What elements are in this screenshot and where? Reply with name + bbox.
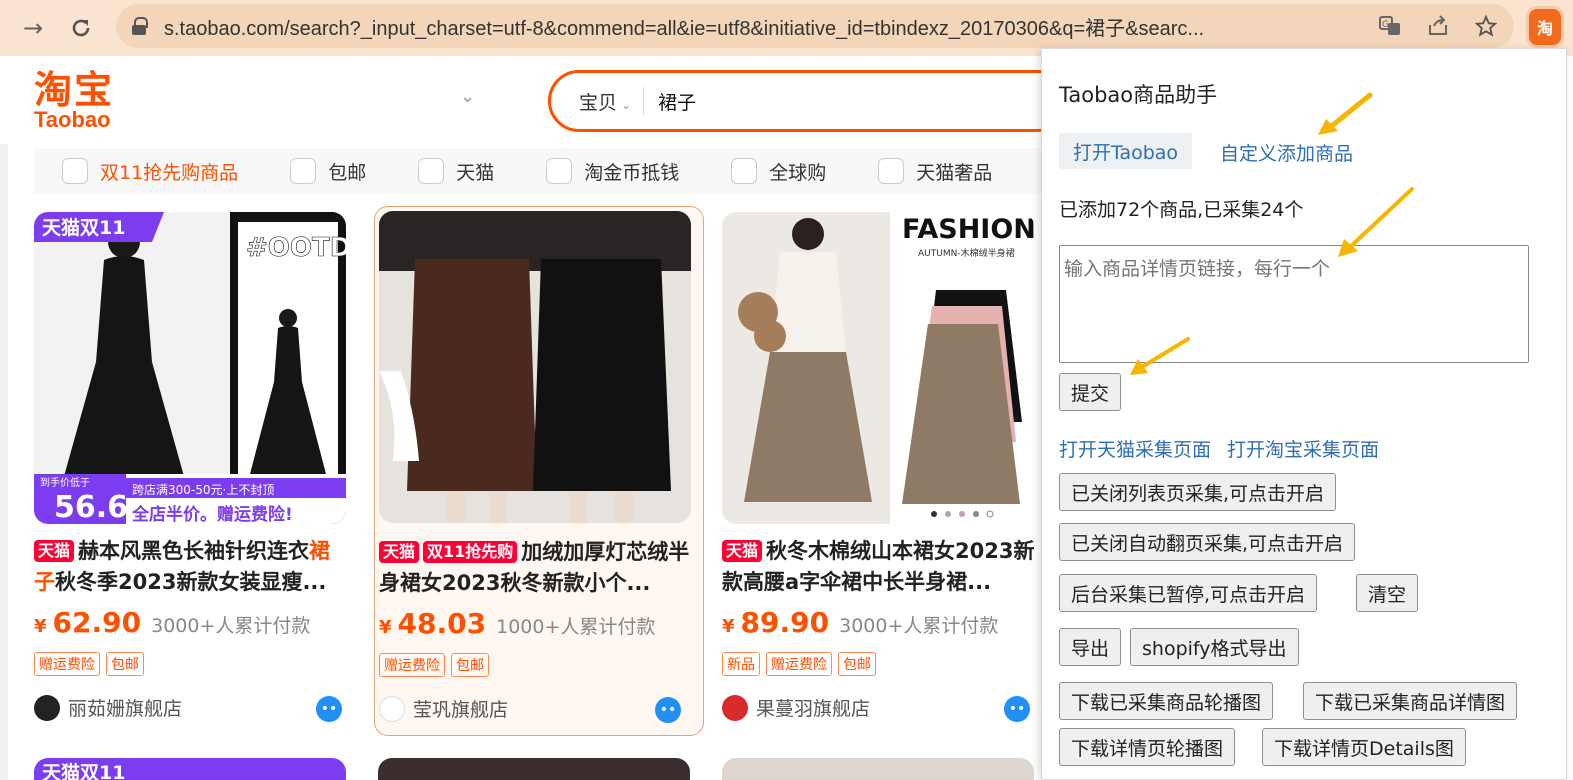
product-title[interactable]: 天猫 双11抢先购 加绒加厚灯芯绒半身裙女2023秋冬新款小个... — [379, 537, 695, 601]
translate-icon[interactable]: G — [1376, 12, 1404, 40]
star-icon[interactable] — [1472, 12, 1500, 40]
checkbox[interactable] — [418, 158, 445, 184]
checkbox[interactable] — [731, 158, 758, 184]
collect-links: 打开天猫采集页面 打开淘宝采集页面 — [1059, 435, 1395, 462]
url-text[interactable]: s.taobao.com/search?_input_charset=utf-8… — [164, 12, 1344, 41]
wangwang-chat-icon[interactable]: •• — [655, 697, 681, 723]
product-tags: 赠运费险 包邮 — [379, 653, 489, 677]
sales-count: 1000+人累计付款 — [496, 616, 656, 638]
price-label: 到手价低于 — [40, 476, 90, 489]
toggle-list-collect-button[interactable]: 已关闭列表页采集,可点击开启 — [1059, 473, 1337, 511]
search-box[interactable]: 宝贝 ⌄ 裙子 — [548, 70, 1068, 132]
address-bar[interactable]: s.taobao.com/search?_input_charset=utf-8… — [116, 4, 1514, 48]
clear-button[interactable]: 清空 — [1356, 574, 1419, 612]
product-tags: 赠运费险 包邮 — [34, 652, 144, 676]
shop-logo — [379, 695, 405, 722]
product-image[interactable]: FASHION AUTUMN-木棉绒半身裙 — [722, 212, 1034, 524]
reload-icon — [72, 19, 90, 37]
promo-corner: 天猫双11 — [42, 216, 125, 239]
reload-button[interactable] — [64, 11, 98, 45]
logo-en: Taobao — [34, 107, 111, 132]
filter-double11[interactable]: 双11抢先购商品 — [62, 158, 238, 185]
product-card-next[interactable]: 天猫双11 — [34, 758, 346, 780]
product-title[interactable]: 天猫 秋冬木棉绒山本裙女2023新款高腰a字伞裙中长半身裙... — [722, 536, 1038, 600]
export-button[interactable]: 导出 — [1059, 628, 1122, 666]
submit-button[interactable]: 提交 — [1059, 373, 1122, 411]
download-carousel-button[interactable]: 下载已采集商品轮播图 — [1059, 682, 1274, 720]
shop-logo — [34, 694, 60, 721]
product-tags: 新品 赠运费险 包邮 — [722, 652, 876, 676]
lock-icon — [132, 17, 148, 35]
product-price: ¥48.03 1000+人累计付款 — [379, 607, 656, 640]
wangwang-chat-icon[interactable]: •• — [316, 696, 342, 722]
toggle-background-button[interactable]: 后台采集已暂停,可点击开启 — [1059, 574, 1318, 612]
toggle-autopage-button[interactable]: 已关闭自动翻页采集,可点击开启 — [1059, 523, 1356, 561]
open-taobao-collect-link[interactable]: 打开淘宝采集页面 — [1227, 439, 1379, 461]
product-card[interactable]: 天猫双11 #OOTD 到手价低于 56.61 跨店满300-50元·上不封顶 … — [34, 206, 364, 736]
filter-global[interactable]: 全球购 — [731, 158, 826, 185]
checkbox[interactable] — [878, 158, 905, 184]
fashion-sub: AUTUMN-木棉绒半身裙 — [918, 247, 1015, 259]
shop-logo — [722, 694, 748, 721]
forward-button[interactable]: → — [16, 11, 50, 45]
wangwang-chat-icon[interactable]: •• — [1004, 696, 1030, 722]
annotation-arrow-icon — [1318, 92, 1373, 135]
filter-taojinbi[interactable]: 淘金币抵钱 — [546, 158, 679, 185]
share-icon[interactable] — [1424, 12, 1452, 40]
download-page-details-button[interactable]: 下载详情页Details图 — [1262, 728, 1466, 766]
taobao-extension-button[interactable]: 淘 — [1529, 9, 1561, 45]
product-card[interactable]: FASHION AUTUMN-木棉绒半身裙 天猫 秋冬木棉绒山本裙女2023新款高… — [722, 206, 1052, 736]
filter-tmall-luxury[interactable]: 天猫奢品 — [878, 158, 992, 185]
double11-badge: 双11抢先购 — [423, 541, 518, 563]
promo-line: 跨店满300-50元·上不封顶 — [132, 483, 274, 497]
taobao-logo[interactable]: 淘宝 Taobao — [34, 70, 114, 132]
popup-title: Taobao商品助手 — [1059, 83, 1218, 107]
open-tmall-collect-link[interactable]: 打开天猫采集页面 — [1059, 439, 1211, 461]
product-card[interactable]: 天猫 双11抢先购 加绒加厚灯芯绒半身裙女2023秋冬新款小个... ¥48.03 1… — [374, 206, 704, 736]
filter-free-shipping[interactable]: 包邮 — [290, 158, 366, 185]
checkbox[interactable] — [62, 158, 88, 184]
product-card-next[interactable] — [378, 758, 690, 780]
download-detail-button[interactable]: 下载已采集商品详情图 — [1303, 682, 1518, 720]
filter-bar: 双11抢先购商品 包邮 天猫 淘金币抵钱 全球购 天猫奢品 — [34, 148, 1044, 194]
shop-link[interactable]: 丽茹姗旗舰店 — [34, 694, 182, 721]
annotation-arrow-icon — [1130, 337, 1190, 375]
left-gutter — [0, 144, 8, 780]
checkbox[interactable] — [546, 158, 573, 184]
checkbox[interactable] — [290, 158, 317, 184]
export-shopify-button[interactable]: shopify格式导出 — [1130, 628, 1299, 666]
tmall-badge: 天猫 — [379, 541, 420, 563]
open-taobao-button[interactable]: 打开Taobao — [1059, 133, 1193, 169]
product-card-next[interactable] — [722, 758, 1034, 780]
product-price: ¥89.90 3000+人累计付款 — [722, 606, 999, 639]
logo-cn: 淘宝 — [34, 68, 115, 112]
ootd-tag: #OOTD — [246, 233, 346, 263]
sales-count: 3000+人累计付款 — [151, 615, 311, 637]
status-text: 已添加72个商品,已采集24个 — [1059, 199, 1304, 221]
search-category[interactable]: 宝贝 ⌄ — [579, 88, 631, 115]
shop-link[interactable]: 果蔓羽旗舰店 — [722, 694, 870, 721]
download-page-carousel-button[interactable]: 下载详情页轮播图 — [1059, 728, 1236, 766]
search-input[interactable]: 裙子 — [658, 88, 696, 115]
product-image[interactable] — [379, 211, 691, 523]
divider — [643, 87, 645, 115]
filter-tmall[interactable]: 天猫 — [418, 158, 494, 185]
custom-add-link[interactable]: 自定义添加商品 — [1220, 139, 1353, 166]
product-price: ¥62.90 3000+人累计付款 — [34, 606, 311, 639]
sales-count: 3000+人累计付款 — [839, 615, 999, 637]
chevron-down-icon[interactable]: ⌄ — [460, 86, 475, 107]
svg-text:G: G — [1382, 20, 1389, 30]
product-image[interactable]: 天猫双11 #OOTD 到手价低于 56.61 跨店满300-50元·上不封顶 … — [34, 212, 346, 524]
shop-link[interactable]: 莹巩旗舰店 — [379, 695, 508, 722]
tmall-badge: 天猫 — [34, 540, 75, 562]
product-title[interactable]: 天猫 赫本风黑色长袖针织连衣裙子秋冬季2023新款女装显瘦... — [34, 536, 350, 600]
fashion-heading: FASHION — [902, 214, 1034, 245]
taobao-helper-popup: Taobao商品助手 打开Taobao 自定义添加商品 已添加72个商品,已采集… — [1041, 48, 1567, 780]
promo-main: 全店半价。赠运费险! — [131, 504, 293, 524]
tmall-badge: 天猫 — [722, 540, 763, 562]
annotation-arrow-icon — [1338, 187, 1414, 257]
